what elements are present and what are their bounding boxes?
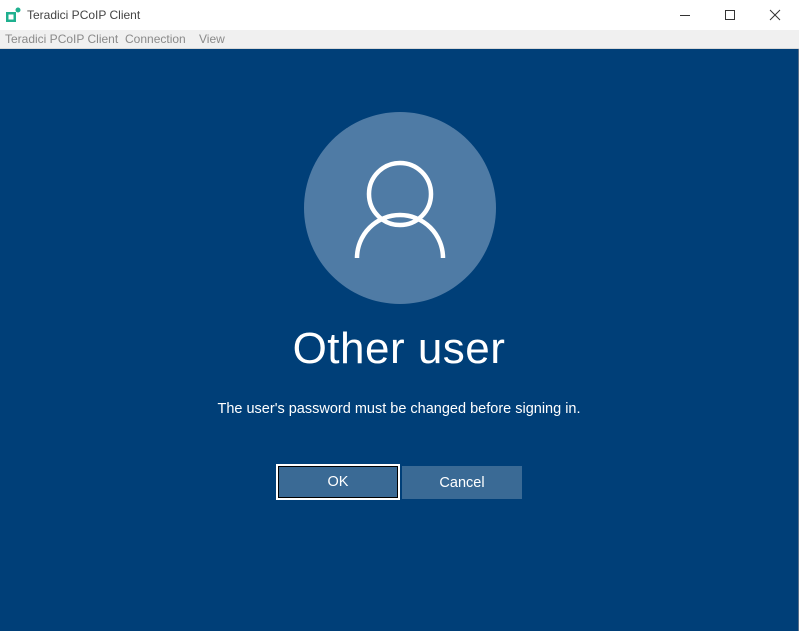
menu-item-teradici-pcoip-client[interactable]: Teradici PCoIP Client — [5, 32, 118, 47]
close-icon — [769, 9, 781, 21]
maximize-icon — [725, 10, 735, 20]
menu-bar: Teradici PCoIP Client Connection View — [0, 30, 799, 49]
remote-desktop-area[interactable]: Other user The user's password must be c… — [0, 49, 798, 631]
menu-item-view[interactable]: View — [199, 32, 225, 47]
menu-item-connection[interactable]: Connection — [125, 32, 186, 47]
user-avatar — [304, 112, 496, 304]
ok-button[interactable]: OK — [276, 464, 400, 500]
user-icon — [354, 160, 446, 259]
pcoip-client-window: Teradici PCoIP Client Teradici PCoIP Cli… — [0, 0, 799, 631]
minimize-button[interactable] — [662, 0, 708, 30]
close-button[interactable] — [752, 0, 798, 30]
minimize-icon — [680, 15, 690, 16]
title-bar[interactable]: Teradici PCoIP Client — [0, 0, 799, 30]
username-heading: Other user — [292, 324, 506, 373]
window-title: Teradici PCoIP Client — [27, 8, 141, 22]
maximize-button[interactable] — [707, 0, 753, 30]
password-message: The user's password must be changed befo… — [217, 401, 581, 417]
cancel-button[interactable]: Cancel — [402, 466, 522, 499]
teradici-logo-icon — [5, 7, 21, 23]
